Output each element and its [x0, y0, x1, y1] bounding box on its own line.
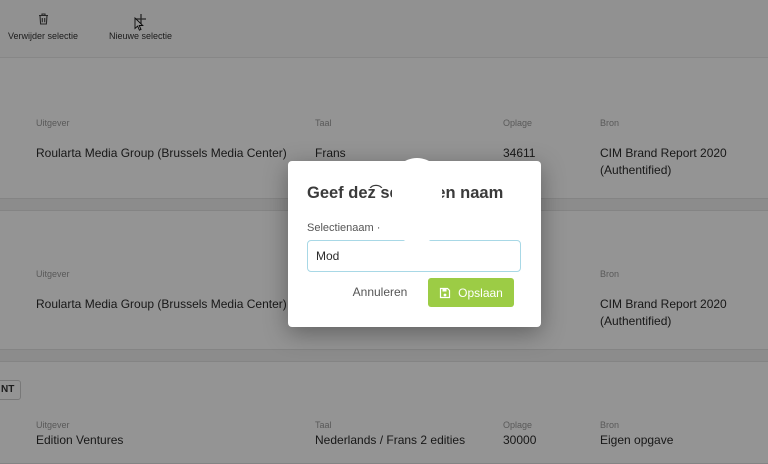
- floppy-disk-icon: [439, 287, 451, 299]
- save-label: Opslaan: [458, 285, 503, 300]
- cancel-button[interactable]: Annuleren: [348, 278, 412, 306]
- screen-glare: [392, 158, 442, 244]
- selection-name-input[interactable]: [307, 240, 521, 272]
- name-selection-dialog: Geef dez͡ se tie ˓en naam Selectienaam ·…: [288, 158, 541, 327]
- save-button[interactable]: Opslaan: [428, 278, 514, 307]
- selection-name-label: Selectienaam ·: [307, 222, 381, 234]
